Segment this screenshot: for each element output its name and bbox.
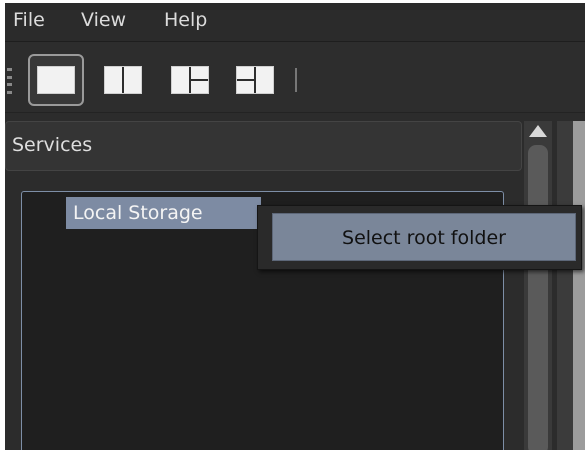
three-pane-right-split-layout-button[interactable] bbox=[162, 54, 218, 106]
services-panel-title: Services bbox=[12, 134, 93, 156]
three-pane-right-split-layout-icon bbox=[171, 66, 209, 94]
tree-item-local-storage[interactable]: Local Storage bbox=[66, 197, 261, 229]
services-panel-header[interactable]: Services bbox=[5, 121, 522, 171]
menu-view[interactable]: View bbox=[81, 9, 126, 31]
scrollbar-thumb[interactable] bbox=[528, 145, 548, 450]
toolbar-separator bbox=[295, 68, 297, 92]
menu-file[interactable]: File bbox=[13, 9, 45, 31]
toolbar bbox=[5, 42, 585, 113]
single-pane-layout-icon bbox=[37, 66, 75, 94]
three-pane-left-split-layout-button[interactable] bbox=[227, 54, 283, 106]
three-pane-left-split-layout-icon bbox=[236, 66, 274, 94]
two-column-layout-icon bbox=[104, 66, 142, 94]
toolbar-grip-handle[interactable] bbox=[7, 68, 13, 94]
scroll-up-arrow-icon[interactable] bbox=[529, 125, 547, 137]
context-menu: Select root folder bbox=[257, 205, 582, 270]
menu-help[interactable]: Help bbox=[164, 9, 207, 31]
menu-bar: File View Help bbox=[5, 3, 585, 42]
vertical-scrollbar[interactable] bbox=[524, 121, 552, 450]
two-column-layout-button[interactable] bbox=[95, 54, 151, 106]
select-root-folder-menu-item[interactable]: Select root folder bbox=[272, 213, 576, 261]
single-pane-layout-button[interactable] bbox=[28, 54, 84, 106]
application-window: File View Help Services Local Storage Se… bbox=[5, 3, 585, 450]
adjacent-panel-edge bbox=[557, 121, 573, 450]
